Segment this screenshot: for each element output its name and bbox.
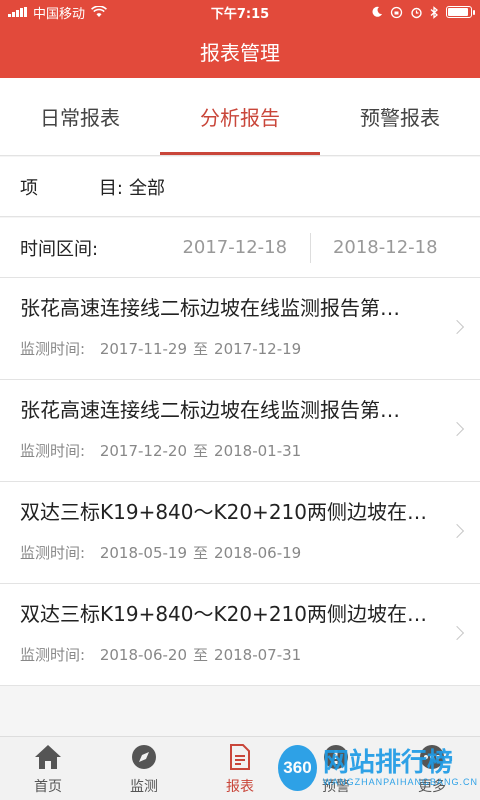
- report-meta: 监测时间: 2017-11-29 至 2017-12-19: [20, 338, 440, 359]
- meta-end: 2018-06-19: [214, 544, 302, 562]
- battery-icon: [446, 6, 475, 18]
- report-tabs: 日常报表 分析报告 预警报表: [0, 78, 480, 156]
- watermark-badge: 360: [278, 745, 317, 791]
- nav-monitor[interactable]: 监测: [96, 737, 192, 800]
- meta-label: 监测时间:: [20, 544, 86, 562]
- meta-start: 2018-06-20: [99, 646, 188, 664]
- report-title: 张花高速连接线二标边坡在线监测报告第…: [20, 398, 400, 422]
- meta-start: 2017-12-20: [99, 442, 188, 460]
- wifi-icon: [91, 6, 107, 17]
- nav-label: 监测: [130, 778, 158, 795]
- meta-end: 2018-07-31: [214, 646, 302, 664]
- status-time: 下午7:15: [210, 6, 270, 22]
- home-icon: [33, 742, 63, 772]
- meta-to: 至: [193, 544, 209, 562]
- carrier-name: 中国移动: [33, 6, 86, 22]
- tab-daily-report[interactable]: 日常报表: [0, 78, 160, 155]
- meta-start: 2017-11-29: [99, 340, 188, 358]
- bluetooth-icon: [430, 5, 438, 19]
- meta-label: 监测时间:: [20, 340, 86, 358]
- chevron-right-icon: [449, 625, 465, 641]
- report-icon: [225, 742, 255, 772]
- report-title: 双达三标K19+840～K20+210两侧边坡在…: [20, 602, 427, 626]
- tab-label: 预警报表: [360, 106, 440, 130]
- start-date-picker[interactable]: 2017-12-18: [160, 237, 310, 258]
- tab-warning-report[interactable]: 预警报表: [320, 78, 480, 155]
- project-filter[interactable]: 项 目: 全部: [0, 157, 480, 217]
- compass-icon: [129, 742, 159, 772]
- orientation-lock-icon: [390, 6, 403, 18]
- time-range-filter: 时间区间: 2017-12-18 2018-12-18: [0, 218, 480, 278]
- report-list: 张花高速连接线二标边坡在线监测报告第… 监测时间: 2017-11-29 至 201…: [0, 278, 480, 686]
- report-title: 双达三标K19+840～K20+210两侧边坡在…: [20, 500, 427, 524]
- alarm-icon: [411, 7, 422, 18]
- meta-end: 2017-12-19: [214, 340, 302, 358]
- list-item[interactable]: 张花高速连接线二标边坡在线监测报告第… 监测时间: 2017-12-20 至 201…: [0, 380, 480, 482]
- watermark-sub: WANGZHANPAIHANGBANG.CN: [322, 777, 478, 787]
- project-label: 项 目:: [20, 174, 123, 200]
- status-left: 中国移动: [8, 3, 168, 22]
- report-meta: 监测时间: 2017-12-20 至 2018-01-31: [20, 440, 440, 461]
- signal-icon: [8, 7, 27, 17]
- chevron-right-icon: [449, 523, 465, 539]
- chevron-right-icon: [449, 421, 465, 437]
- list-item[interactable]: 张花高速连接线二标边坡在线监测报告第… 监测时间: 2017-11-29 至 201…: [0, 278, 480, 380]
- nav-label: 报表: [226, 778, 254, 795]
- chevron-right-icon: [449, 319, 465, 335]
- report-title: 张花高速连接线二标边坡在线监测报告第…: [20, 296, 400, 320]
- project-label-char: 项: [20, 177, 38, 199]
- nav-home[interactable]: 首页: [0, 737, 96, 800]
- watermark-text: 网站排行榜 WANGZHANPAIHANGBANG.CN: [323, 749, 478, 787]
- watermark-logo: 360 网站排行榜 WANGZHANPAIHANGBANG.CN: [278, 740, 478, 796]
- status-right: [312, 5, 475, 19]
- nav-label: 首页: [34, 778, 62, 795]
- meta-label: 监测时间:: [20, 646, 86, 664]
- meta-start: 2018-05-19: [99, 544, 188, 562]
- meta-end: 2018-01-31: [214, 442, 302, 460]
- meta-label: 监测时间:: [20, 442, 86, 460]
- watermark-main: 网站排行榜: [322, 748, 453, 778]
- report-meta: 监测时间: 2018-05-19 至 2018-06-19: [20, 542, 440, 563]
- time-range-label: 时间区间:: [20, 238, 99, 260]
- meta-to: 至: [193, 646, 209, 664]
- tab-label: 日常报表: [40, 106, 120, 130]
- project-value: 全部: [129, 177, 165, 199]
- moon-icon: [372, 6, 382, 17]
- list-item[interactable]: 双达三标K19+840～K20+210两侧边坡在… 监测时间: 2018-06-…: [0, 584, 480, 686]
- title-bar: 报表管理: [0, 24, 480, 78]
- tab-label: 分析报告: [200, 106, 280, 130]
- page-title: 报表管理: [200, 40, 280, 65]
- battery-fill: [448, 8, 468, 16]
- meta-to: 至: [193, 442, 209, 460]
- meta-to: 至: [193, 340, 209, 358]
- end-date-picker[interactable]: 2018-12-18: [311, 237, 461, 258]
- list-item[interactable]: 双达三标K19+840～K20+210两侧边坡在… 监测时间: 2018-05-…: [0, 482, 480, 584]
- tab-analysis-report[interactable]: 分析报告: [160, 78, 320, 155]
- status-bar: 中国移动 下午7:15: [0, 0, 480, 24]
- nav-report[interactable]: 报表: [192, 737, 288, 800]
- project-label-rest: 目:: [98, 177, 123, 199]
- report-meta: 监测时间: 2018-06-20 至 2018-07-31: [20, 644, 440, 665]
